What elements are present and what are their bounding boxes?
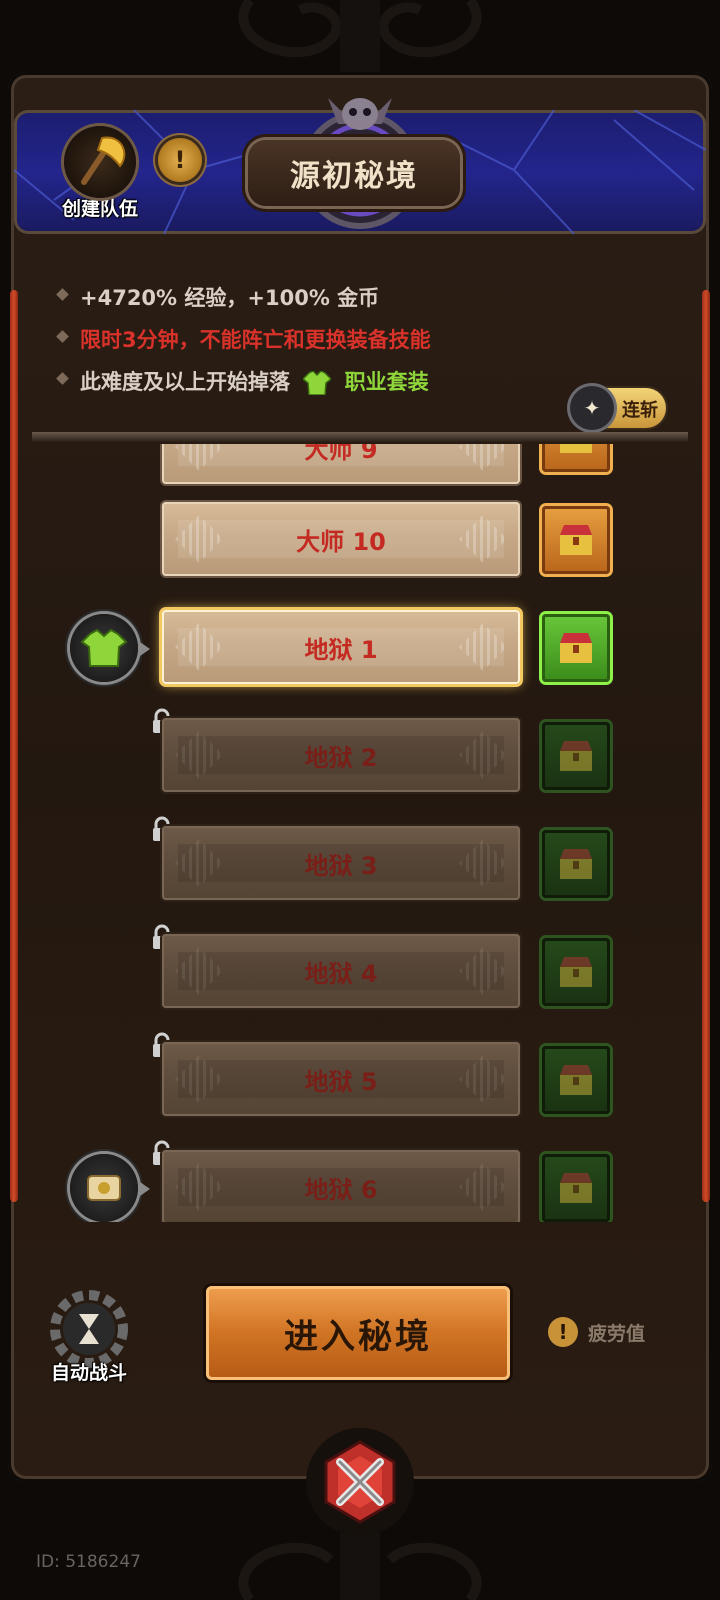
- difficulty-row-master-10[interactable]: 大师 10: [162, 502, 520, 582]
- reward-chest-icon[interactable]: [542, 938, 610, 1006]
- reward-chest-icon[interactable]: [542, 506, 610, 574]
- difficulty-list[interactable]: 大师 9 大师 10 地狱 1 地狱 2 地狱 3 地狱 4 地狱 5 地狱 6: [34, 444, 686, 1222]
- difficulty-plank-selected[interactable]: 地狱 1: [162, 610, 520, 684]
- time-limit-info: 限时3分钟，不能阵亡和更换装备技能: [56, 324, 431, 354]
- difficulty-plank[interactable]: 大师 10: [162, 502, 520, 576]
- difficulty-row-hell-2[interactable]: 地狱 2: [162, 718, 520, 798]
- divider: [32, 432, 688, 442]
- page-title: 源初秘境: [248, 140, 460, 206]
- left-rail: [10, 290, 18, 1202]
- drop-info-text: 此难度及以上开始掉落: [80, 370, 290, 394]
- difficulty-row-hell-1[interactable]: 地狱 1: [162, 610, 520, 690]
- difficulty-plank-locked[interactable]: 地狱 5: [162, 1042, 520, 1116]
- auto-battle-label: 自动战斗: [50, 1362, 127, 1384]
- axe-icon: [64, 126, 136, 198]
- time-limit-text: 限时3分钟，不能阵亡和更换装备技能: [80, 328, 431, 352]
- difficulty-plank-locked[interactable]: 地狱 2: [162, 718, 520, 792]
- bullet-diamond-icon: [56, 330, 69, 343]
- create-team-button[interactable]: 创建队伍: [50, 126, 150, 222]
- difficulty-label: 地狱 2: [304, 743, 378, 772]
- create-team-label: 创建队伍: [61, 198, 138, 220]
- auto-battle-button[interactable]: 自动战斗: [34, 1284, 144, 1394]
- difficulty-label: 地狱 5: [304, 1067, 378, 1096]
- reward-info: +4720% 经验，+100% 金币: [56, 282, 380, 312]
- difficulty-plank-locked[interactable]: 地狱 6: [162, 1150, 520, 1222]
- reward-chest-icon[interactable]: [542, 830, 610, 898]
- user-id: ID: 5186247: [36, 1552, 141, 1572]
- exclamation-icon: !: [548, 1317, 578, 1347]
- difficulty-row-master-9[interactable]: 大师 9: [162, 444, 520, 490]
- difficulty-label: 地狱 3: [304, 851, 378, 880]
- class-set-shirt-icon: [303, 371, 332, 395]
- info-exclamation-icon[interactable]: !: [158, 138, 202, 182]
- reward-info-text: +4720% 经验，+100% 金币: [80, 286, 380, 310]
- class-set-badge-icon: [70, 614, 150, 682]
- class-set-label: 职业套装: [344, 370, 429, 394]
- difficulty-row-hell-6[interactable]: 地狱 6: [162, 1150, 520, 1222]
- fatigue-indicator[interactable]: ! 疲劳值: [548, 1314, 645, 1350]
- reward-chest-icon[interactable]: [542, 444, 610, 472]
- difficulty-plank-locked[interactable]: 地狱 4: [162, 934, 520, 1008]
- fatigue-label: 疲劳值: [588, 1322, 646, 1345]
- difficulty-label: 大师 10: [296, 527, 386, 556]
- bullet-diamond-icon: [56, 288, 69, 301]
- enter-dungeon-button[interactable]: 进入秘境: [206, 1286, 510, 1380]
- close-icon[interactable]: [304, 1426, 416, 1538]
- difficulty-label: 地狱 1: [304, 635, 378, 664]
- reward-chest-icon[interactable]: [542, 614, 610, 682]
- reward-chest-icon[interactable]: [542, 1154, 610, 1222]
- difficulty-plank-locked[interactable]: 地狱 3: [162, 826, 520, 900]
- drop-info: 此难度及以上开始掉落 职业套装: [56, 366, 429, 396]
- difficulty-label: 地狱 6: [304, 1175, 378, 1204]
- slash-star-icon: ✦: [570, 386, 614, 430]
- reward-chest-icon[interactable]: [542, 1046, 610, 1114]
- difficulty-label: 地狱 4: [304, 959, 378, 988]
- difficulty-row-hell-4[interactable]: 地狱 4: [162, 934, 520, 1014]
- scroll-badge-icon: [70, 1154, 150, 1222]
- reward-chest-icon[interactable]: [542, 722, 610, 790]
- lianzhan-button[interactable]: ✦ 连斩: [570, 386, 666, 430]
- difficulty-row-hell-3[interactable]: 地狱 3: [162, 826, 520, 906]
- right-rail: [702, 290, 710, 1202]
- difficulty-row-hell-5[interactable]: 地狱 5: [162, 1042, 520, 1122]
- difficulty-label: 大师 9: [304, 444, 378, 464]
- difficulty-plank[interactable]: 大师 9: [162, 444, 520, 484]
- lianzhan-label: 连斩: [622, 400, 658, 421]
- bullet-diamond-icon: [56, 372, 69, 385]
